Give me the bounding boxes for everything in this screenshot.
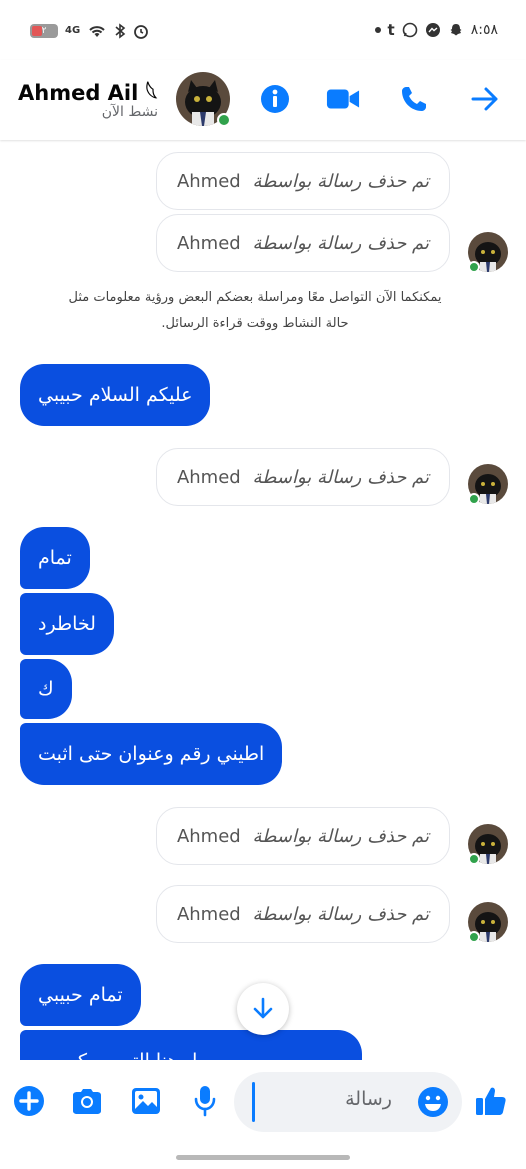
video-call-icon (326, 89, 360, 109)
home-indicator (176, 1155, 350, 1160)
arrow-down-icon (253, 997, 273, 1019)
sent-message[interactable]: لخاطرد (20, 593, 114, 655)
deleted-message[interactable]: تم حذف رسالة بواسطة Ahmed (156, 152, 450, 210)
message-input-placeholder: رسالة (345, 1088, 392, 1110)
arrow-right-icon (471, 87, 498, 111)
info-icon (261, 85, 289, 113)
notification-dot-icon (374, 27, 381, 33)
text-cursor (252, 1082, 255, 1122)
online-indicator (217, 113, 231, 127)
like-icon (476, 1087, 506, 1115)
message-thread[interactable]: تم حذف رسالة بواسطة Ahmed تم حذف رسالة ب… (0, 140, 526, 1060)
gallery-icon (132, 1088, 160, 1114)
phone-icon (402, 87, 426, 111)
camera-icon (73, 1089, 101, 1114)
clock: ٨:٥٨ (470, 22, 498, 38)
whatsapp-icon (402, 22, 418, 38)
sent-message[interactable]: تمام حبيبي (20, 964, 141, 1026)
signal-icon: 4G (65, 25, 81, 36)
like-button[interactable] (474, 1084, 508, 1118)
deleted-message[interactable]: تم حذف رسالة بواسطة Ahmed (156, 448, 450, 506)
phone-call-button[interactable] (397, 82, 431, 116)
sender-avatar[interactable] (468, 232, 508, 273)
composer: رسالة (0, 1060, 526, 1169)
video-call-button[interactable] (326, 82, 360, 116)
online-indicator (468, 931, 480, 943)
emoji-button[interactable] (416, 1085, 450, 1119)
alarm-icon (134, 25, 149, 39)
forward-button[interactable] (468, 82, 502, 116)
sent-message[interactable]: عليكم السلام حبيبي (20, 364, 211, 426)
deleted-message[interactable]: تم حذف رسالة بواسطة Ahmed (156, 807, 450, 865)
wifi-icon (89, 26, 105, 37)
sender-avatar[interactable] (468, 464, 508, 505)
online-indicator (468, 261, 480, 273)
status-bar-left: ٢ 4G (30, 23, 149, 39)
sent-message[interactable]: تمام (20, 527, 90, 589)
system-note: يمكنكما الآن التواصل معًا ومراسلة بعضكم … (68, 290, 442, 331)
microphone-icon (194, 1086, 216, 1117)
online-indicator (468, 493, 480, 505)
messenger-icon (425, 23, 440, 37)
more-actions-button[interactable] (12, 1084, 46, 1118)
bluetooth-icon (115, 23, 126, 39)
scroll-to-bottom-button[interactable] (237, 983, 289, 1035)
sent-message[interactable]: اطيني رقم وعنوان حتى اثبت (20, 723, 283, 785)
deleted-message[interactable]: تم حذف رسالة بواسطة Ahmed (156, 214, 450, 272)
gallery-button[interactable] (129, 1084, 163, 1118)
sender-avatar[interactable] (468, 902, 508, 943)
sent-message[interactable]: ك (20, 659, 72, 719)
voice-message-button[interactable] (188, 1084, 222, 1118)
contact-name[interactable]: Ahmed Ail 𓆩 (18, 72, 157, 107)
contact-avatar[interactable] (176, 72, 231, 127)
snapchat-icon (450, 24, 462, 36)
info-button[interactable] (258, 82, 292, 116)
camera-button[interactable] (70, 1084, 104, 1118)
battery-icon: ٢ (30, 24, 58, 38)
online-indicator (468, 853, 480, 865)
chat-header: Ahmed Ail 𓆩 نشط الآن (0, 60, 526, 140)
status-bar-right: t ٨:٥٨ (374, 20, 498, 39)
emoji-icon (418, 1087, 448, 1117)
sender-avatar[interactable] (468, 824, 508, 865)
status-bar: ٢ 4G t ٨:٥٨ (0, 0, 526, 60)
plus-icon (14, 1086, 44, 1116)
message-input[interactable]: رسالة (234, 1072, 462, 1132)
sent-message[interactable]: ل هنا التي ... كي ... (20, 1030, 362, 1060)
contact-status: نشط الآن (101, 104, 158, 120)
deleted-message[interactable]: تم حذف رسالة بواسطة Ahmed (156, 885, 450, 943)
tumblr-icon: t (387, 20, 395, 39)
